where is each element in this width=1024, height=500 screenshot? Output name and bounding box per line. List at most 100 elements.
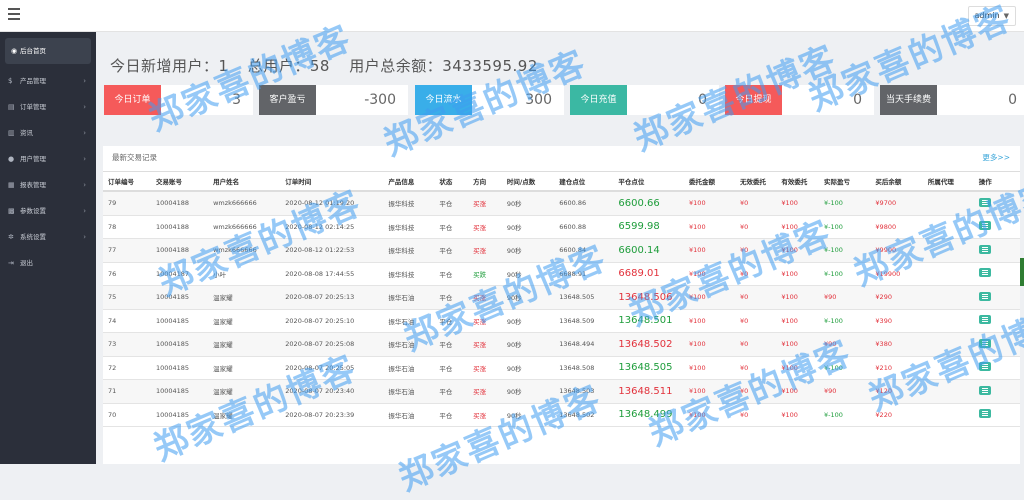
- cell-valid: ¥100: [776, 215, 820, 239]
- view-detail-button[interactable]: [978, 315, 991, 325]
- chevron-right-icon: ›: [83, 181, 86, 189]
- cell-agent: [922, 309, 974, 333]
- cell-amount: ¥100: [684, 285, 736, 310]
- stat-card-5: 当天手续费 0: [880, 85, 1024, 115]
- cell-product: 振华石油: [383, 309, 435, 333]
- cell-dur: 90秒: [501, 309, 555, 333]
- recent-trades-panel: 最新交易记录 更多>> 订单编号 交易账号 用户姓名 订单时间 产品信息 状态 方向 时间/点…: [103, 146, 1020, 464]
- sidebar-item-3[interactable]: ▥ 资讯 ›: [0, 120, 96, 146]
- cell-time: 2020-08-07 20:25:08: [280, 332, 384, 357]
- cell-product: 振华石油: [383, 285, 435, 310]
- cell-agent: [922, 332, 974, 357]
- cell-id: 79: [103, 191, 151, 216]
- chevron-right-icon: ›: [83, 129, 86, 137]
- column-header: 买后余额: [870, 171, 923, 192]
- panel-title: 最新交易记录: [112, 153, 157, 162]
- column-header: 有效委托: [776, 171, 820, 192]
- view-detail-button[interactable]: [978, 362, 991, 372]
- column-header: 交易账号: [150, 171, 209, 192]
- sidebar-item-label: 资讯: [20, 129, 33, 137]
- table-row: 77 10004188 wmzk666666 2020-08-12 01:22:53 振…: [103, 238, 1020, 263]
- cell-pnl: ¥90: [819, 379, 871, 404]
- view-detail-button[interactable]: [978, 291, 991, 301]
- cell-pnl: ¥90: [819, 285, 871, 310]
- cell-time: 2020-08-07 20:23:39: [280, 403, 384, 427]
- view-detail-button[interactable]: [978, 197, 991, 207]
- view-detail-button[interactable]: [978, 244, 991, 254]
- cell-invalid: ¥0: [735, 309, 777, 333]
- sidebar-item-6[interactable]: ▩ 参数设置 ›: [0, 198, 96, 224]
- stat-card-value: -300: [364, 92, 396, 108]
- table-row: 70 10004185 温家耀 2020-08-07 20:23:39 振华石油 平仓 买涨…: [103, 403, 1020, 427]
- stat-card-value: 3: [232, 92, 241, 108]
- logout-icon: ⇥: [8, 259, 14, 267]
- cell-balance: ¥120: [870, 379, 923, 404]
- chevron-down-icon: ▼: [1003, 12, 1009, 20]
- sidebar-item-2[interactable]: ▤ 订单管理 ›: [0, 94, 96, 120]
- cell-id: 78: [103, 215, 151, 239]
- cell-status: 平仓: [434, 356, 469, 380]
- cell-account: 10004185: [150, 356, 209, 380]
- column-header: 操作: [973, 171, 1020, 192]
- cell-name: wmzk666666: [208, 191, 281, 216]
- cell-close: 13648.505: [613, 356, 685, 380]
- cell-name: 温家耀: [208, 379, 281, 404]
- cell-valid: ¥100: [776, 262, 820, 286]
- cell-agent: [922, 215, 974, 239]
- report-icon: ▦: [8, 181, 15, 189]
- news-icon: ▥: [8, 129, 15, 137]
- sidebar-item-5[interactable]: ▦ 报表管理 ›: [0, 172, 96, 198]
- cell-invalid: ¥0: [735, 403, 777, 427]
- column-header: 订单编号: [103, 171, 151, 192]
- cell-id: 72: [103, 356, 151, 380]
- cell-status: 平仓: [434, 285, 469, 310]
- cell-action: [973, 191, 1020, 216]
- cell-invalid: ¥0: [735, 285, 777, 310]
- view-detail-button[interactable]: [978, 409, 991, 419]
- sidebar-item-4[interactable]: ● 用户管理 ›: [0, 146, 96, 172]
- sidebar-item-0[interactable]: ◉ 后台首页: [5, 38, 91, 64]
- cell-status: 平仓: [434, 403, 469, 427]
- cell-valid: ¥100: [776, 285, 820, 310]
- cell-amount: ¥100: [684, 262, 736, 286]
- chevron-right-icon: ›: [83, 207, 86, 215]
- view-detail-button[interactable]: [978, 221, 991, 231]
- sidebar-item-8[interactable]: ⇥ 退出: [0, 250, 96, 276]
- column-header: 所属代理: [922, 171, 974, 192]
- cell-product: 振华科技: [383, 238, 435, 263]
- stat-card-0: 今日订单 3: [104, 85, 253, 115]
- view-detail-button[interactable]: [978, 268, 991, 278]
- cell-account: 10004188: [150, 191, 209, 216]
- cell-invalid: ¥0: [735, 356, 777, 380]
- stat-card-label: 今日订单: [104, 85, 161, 115]
- sidebar-item-1[interactable]: $ 产品管理 ›: [0, 68, 96, 94]
- more-link[interactable]: 更多>>: [982, 152, 1010, 163]
- cell-product: 振华科技: [383, 215, 435, 239]
- stat-card-1: 客户盈亏 -300: [259, 85, 408, 115]
- admin-dropdown[interactable]: admin ▼: [967, 6, 1016, 26]
- sidebar-item-7[interactable]: ✲ 系统设置 ›: [0, 224, 96, 250]
- cell-invalid: ¥0: [735, 215, 777, 239]
- view-detail-button[interactable]: [978, 338, 991, 348]
- cell-pnl: ¥-100: [819, 403, 871, 427]
- table-row: 79 10004188 wmzk666666 2020-08-12 01:19:20 振…: [103, 191, 1020, 216]
- cell-dur: 90秒: [501, 215, 555, 239]
- total-users-stat: 总用户：58: [247, 57, 330, 75]
- cell-valid: ¥100: [776, 403, 820, 427]
- column-header: 产品信息: [383, 171, 435, 192]
- cell-close: 13648.501: [613, 309, 685, 333]
- view-detail-button[interactable]: [978, 385, 991, 395]
- cell-valid: ¥100: [776, 356, 820, 380]
- hamburger-menu-icon[interactable]: [8, 8, 20, 22]
- cell-amount: ¥100: [684, 403, 736, 427]
- sidebar-item-label: 产品管理: [20, 77, 46, 85]
- cell-name: 温家耀: [208, 403, 281, 427]
- cell-balance: ¥380: [870, 332, 923, 357]
- cell-status: 平仓: [434, 379, 469, 404]
- stat-card-label: 当天手续费: [880, 85, 937, 115]
- cell-agent: [922, 403, 974, 427]
- dollar-icon: $: [8, 77, 13, 85]
- table-row: 76 10004187 小叶 2020-08-08 17:44:55 振华科技 平仓 买跌 9…: [103, 262, 1020, 286]
- cell-dir: 买跌: [468, 262, 502, 286]
- side-tab[interactable]: [1020, 258, 1024, 286]
